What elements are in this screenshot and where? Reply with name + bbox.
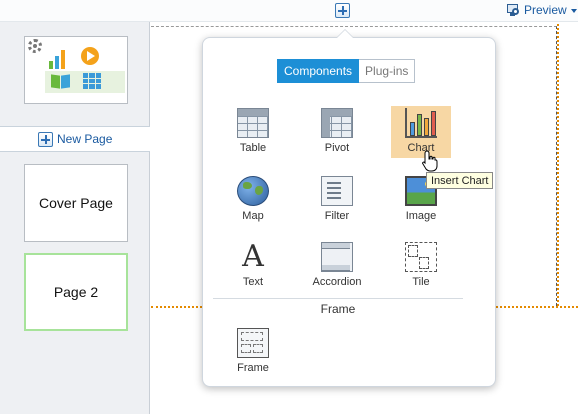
component-label: Tile (412, 276, 430, 288)
grid-icon (83, 73, 101, 89)
component-label: Text (242, 276, 264, 288)
tile-icon (405, 242, 437, 272)
filter-icon (321, 176, 353, 206)
component-frame[interactable]: Frame (223, 326, 283, 378)
page-label: Page 2 (53, 284, 99, 300)
top-toolbar: Preview (0, 0, 578, 22)
tab-components[interactable]: Components (277, 59, 360, 83)
add-component-icon[interactable] (335, 3, 350, 18)
map-icon (237, 176, 269, 206)
component-accordion[interactable]: Accordion (307, 240, 367, 292)
chart-icon (405, 108, 437, 138)
insert-component-popup: Components Plug-ins Table Pivot Chart Ma… (202, 29, 496, 387)
gear-icon[interactable] (28, 39, 42, 53)
section-divider (213, 298, 463, 299)
tab-plug-ins[interactable]: Plug-ins (359, 59, 416, 83)
component-label: Table (239, 142, 267, 154)
frame-section-title: Frame (320, 302, 356, 316)
component-label: Filter (324, 210, 350, 222)
component-label: Map (242, 210, 264, 222)
preview-label: Preview (524, 3, 567, 17)
component-chart[interactable]: Chart (391, 106, 451, 158)
component-tile[interactable]: Tile (391, 240, 451, 292)
chevron-down-icon (570, 9, 577, 13)
table-icon (237, 108, 269, 138)
popup-tabs: Components Plug-ins (277, 59, 416, 83)
component-text[interactable]: A Text (223, 240, 283, 292)
canvas-guide-vertical (557, 24, 559, 306)
frame-icon (237, 328, 269, 358)
page-thumbnail-page-2[interactable]: Page 2 (24, 253, 128, 331)
book-icon (51, 73, 71, 89)
plus-icon (38, 131, 53, 147)
pivot-icon (321, 108, 353, 138)
component-label: Accordion (312, 276, 362, 288)
component-label: Image (405, 210, 437, 222)
page-thumbnail-cover[interactable]: Cover Page (24, 164, 128, 242)
component-table[interactable]: Table (223, 106, 283, 158)
component-label: Pivot (324, 142, 350, 154)
page-label: Cover Page (39, 195, 113, 211)
new-page-button[interactable]: New Page (0, 126, 150, 152)
play-icon (81, 47, 99, 65)
bar-chart-icon (49, 47, 69, 69)
popup-pointer (336, 29, 354, 38)
preview-icon (506, 3, 520, 17)
component-filter[interactable]: Filter (307, 174, 367, 226)
hand-cursor-icon (422, 150, 438, 172)
component-label: Frame (237, 362, 269, 374)
component-pivot[interactable]: Pivot (307, 106, 367, 158)
preview-button[interactable]: Preview (506, 2, 577, 18)
sidebar: New Page Cover Page Page 2 (0, 22, 150, 414)
accordion-icon (321, 242, 353, 272)
text-icon: A (242, 239, 264, 274)
tooltip: Insert Chart (426, 172, 494, 189)
component-map[interactable]: Map (223, 174, 283, 226)
theme-thumbnail[interactable] (24, 36, 128, 104)
new-page-label: New Page (57, 132, 113, 146)
